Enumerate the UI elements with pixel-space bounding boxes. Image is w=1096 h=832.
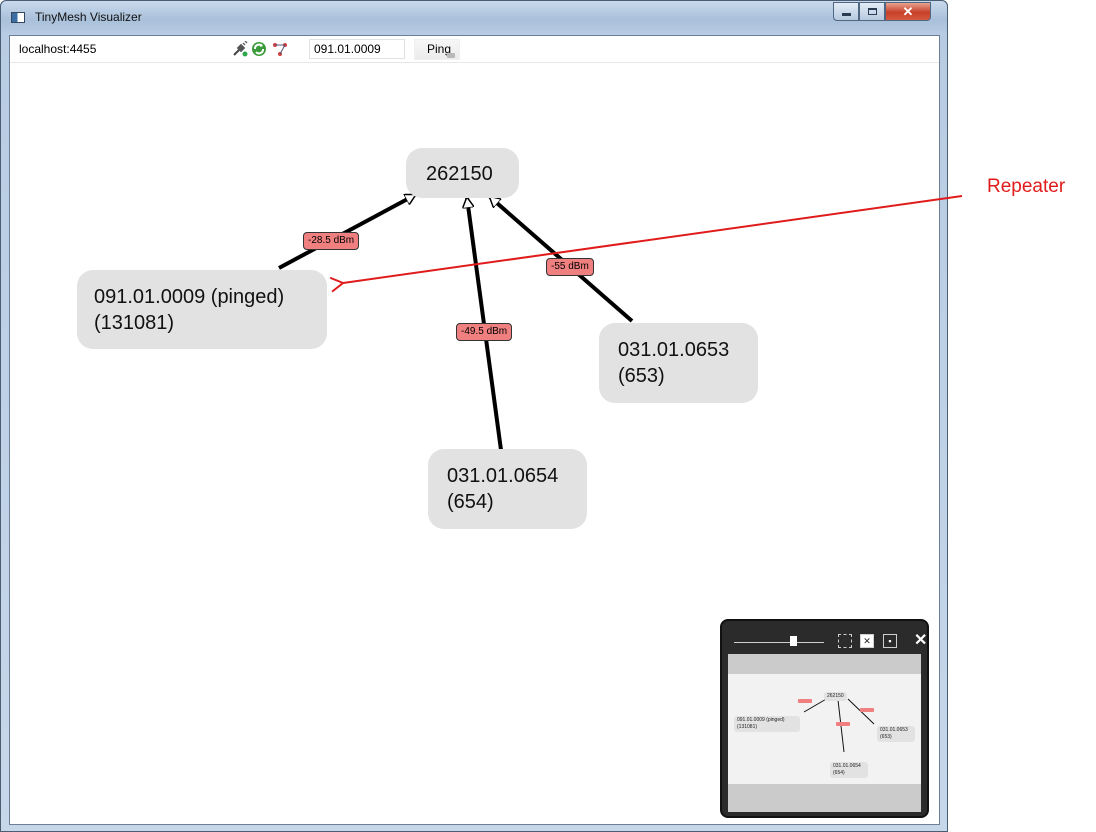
node-address-label: (653) [618,365,665,387]
node-091-01-0009[interactable]: 091.01.0009 (pinged) (131081) [77,270,327,349]
zoom-slider-track[interactable] [734,642,824,643]
repeater-annotation: Repeater [987,176,1066,197]
minimap-node-091-01-0009: 091.01.0009 (pinged) (131081) [734,716,800,732]
zoom-extent-icon[interactable]: ✕ [860,634,874,648]
edge-signal-label: -49.5 dBm [456,323,513,341]
minimap-node-address: (654) [833,770,845,776]
minimap-node-id: 031.01.0654 [833,763,861,769]
node-id-label: 091.01.0009 (pinged) [94,286,285,308]
node-address-label: (131081) [94,312,175,334]
minimap-edge-label [860,708,874,712]
minimap-node-address: (653) [880,734,892,740]
center-icon[interactable]: ▪ [883,634,897,648]
fit-icon[interactable] [838,634,852,648]
minimap-node-id: 091.01.0009 (pinged) [737,717,785,723]
minimap-node-address: (131081) [737,724,758,730]
edges-layer [278,193,963,451]
minimap-toolbar: ✕ ▪ ✕ [730,628,927,650]
edge-signal-label: -28.5 dBm [303,232,360,250]
minimap-edge-label [836,722,850,726]
minimap-node-031-01-0654: 031.01.0654 (654) [830,762,868,778]
node-id-label: 031.01.0653 [618,339,730,361]
minimap-close-icon[interactable]: ✕ [914,630,927,650]
node-id-label: 031.01.0654 [447,465,559,487]
node-031-01-0654[interactable]: 031.01.0654 (654) [428,449,587,529]
node-address-label: (654) [447,491,494,513]
minimap-node-id: 031.01.0653 [880,727,908,733]
annotation-arrow [329,195,963,293]
minimap-viewport[interactable]: 262150 091.01.0009 (pinged) (131081) 031… [728,654,921,812]
zoom-slider-thumb[interactable] [790,636,797,646]
mesh-graph: 262150 091.01.0009 (pinged) (131081) 031… [0,0,1096,832]
node-root[interactable]: 262150 [406,148,519,198]
node-root-label: 262150 [426,163,493,185]
minimap-node-031-01-0653: 031.01.0653 (653) [877,726,915,742]
minimap-edge-label [798,699,812,703]
minimap-panel: ✕ ▪ ✕ 262150 091.01.0009 (pinged) (13108… [720,619,929,818]
minimap-node-root: 262150 [824,692,847,701]
edge-signal-label: -55 dBm [546,258,594,276]
node-031-01-0653[interactable]: 031.01.0653 (653) [599,323,758,403]
